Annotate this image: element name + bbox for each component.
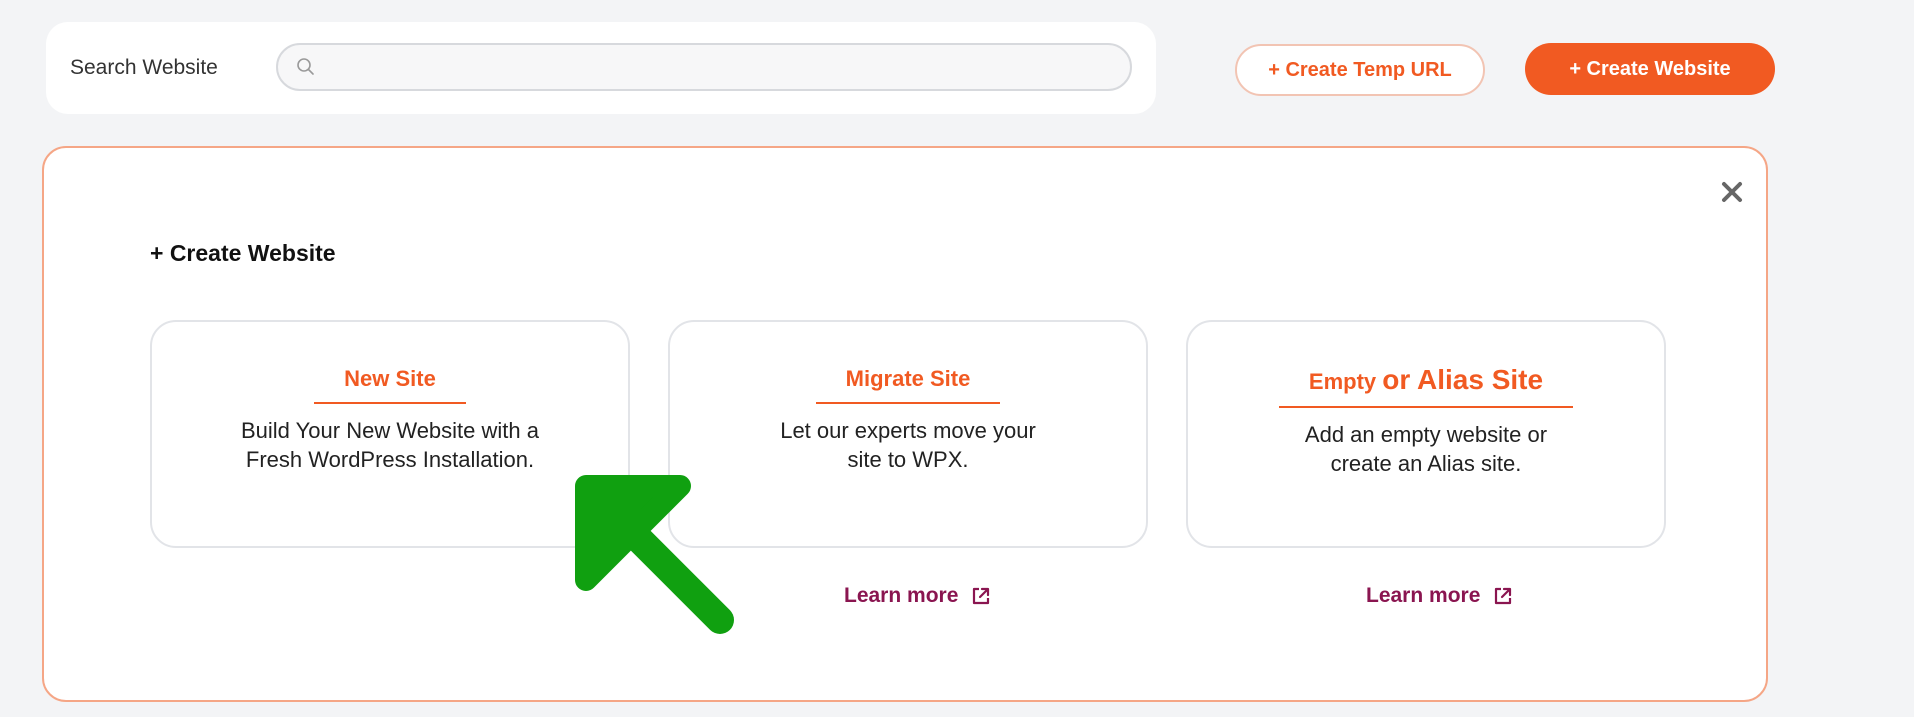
empty-alias-site-title: Empty or Alias Site [1278, 364, 1574, 408]
learn-more-label: Learn more [1366, 584, 1481, 607]
new-site-title: New Site [314, 366, 466, 404]
empty-learn-more-link[interactable]: Learn more [1366, 584, 1514, 608]
migrate-learn-more-link[interactable]: Learn more [844, 584, 992, 608]
external-link-icon [973, 587, 990, 605]
close-icon[interactable] [1714, 174, 1750, 210]
external-link-icon [1495, 587, 1512, 605]
new-site-description: Build Your New Website with a Fresh Word… [241, 418, 539, 472]
search-label: Search Website [70, 56, 218, 79]
create-website-button[interactable]: + Create Website [1525, 43, 1775, 95]
search-box[interactable] [276, 43, 1132, 91]
migrate-site-description: Let our experts move your site to WPX. [780, 418, 1036, 472]
learn-more-label: Learn more [844, 584, 959, 607]
alias-title-part2: or Alias Site [1382, 364, 1544, 395]
empty-title-part1: Empty [1308, 369, 1377, 394]
panel-title: + Create Website [150, 240, 336, 266]
new-site-card[interactable]: New Site Build Your New Website with a F… [150, 320, 630, 548]
empty-alias-site-card[interactable]: Empty or Alias Site Add an empty website… [1186, 320, 1666, 548]
create-temp-url-button[interactable]: + Create Temp URL [1235, 44, 1485, 96]
migrate-site-card[interactable]: Migrate Site Let our experts move your s… [668, 320, 1148, 548]
search-panel: Search Website [46, 22, 1156, 114]
migrate-site-title: Migrate Site [815, 366, 1001, 404]
search-icon [297, 58, 314, 75]
create-website-panel: + Create Website New Site Build Your New… [42, 146, 1768, 702]
search-input[interactable] [328, 45, 1110, 91]
empty-alias-site-description: Add an empty website or create an Alias … [1304, 422, 1548, 476]
